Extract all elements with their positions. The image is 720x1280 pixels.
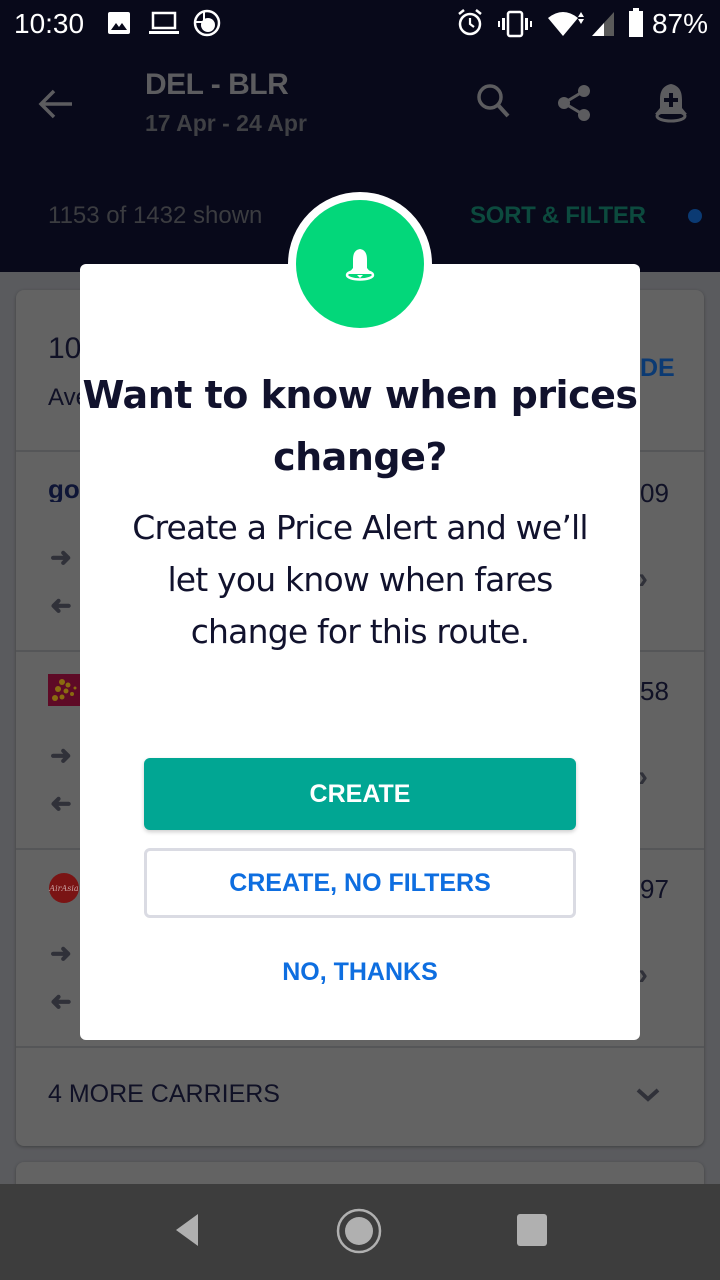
flight-price: 58	[640, 676, 669, 706]
flight-price: 09	[640, 478, 669, 508]
add-price-alert-icon[interactable]	[652, 82, 690, 124]
outbound-arrow-icon: ➜	[50, 542, 72, 572]
home-icon[interactable]	[334, 1206, 384, 1256]
battery-icon	[629, 8, 643, 37]
outbound-arrow-icon: ➜	[50, 740, 72, 770]
return-arrow-icon: ➜	[50, 788, 72, 818]
search-icon[interactable]	[474, 82, 514, 122]
flight-price: 97	[640, 874, 669, 904]
return-arrow-icon: ➜	[50, 590, 72, 620]
return-arrow-icon: ➜	[50, 986, 72, 1016]
trip-dates: 17 Apr - 24 Apr	[145, 110, 307, 136]
chevron-down-icon	[636, 1088, 660, 1102]
no-thanks-button[interactable]: NO, THANKS	[144, 944, 576, 1000]
back-arrow-icon[interactable]	[36, 86, 76, 122]
system-nav-bar	[0, 1184, 720, 1280]
battery-percent: 87%	[651, 8, 708, 39]
wifi-icon	[548, 12, 584, 36]
back-icon[interactable]	[170, 1210, 204, 1250]
alarm-icon	[458, 9, 482, 36]
create-no-filters-button[interactable]: CREATE, NO FILTERS	[144, 848, 576, 918]
create-alert-button[interactable]: CREATE	[144, 758, 576, 830]
recents-icon[interactable]	[516, 1210, 548, 1250]
alert-badge	[296, 200, 424, 328]
hide-button[interactable]: DE	[640, 354, 675, 383]
status-time: 10:30	[14, 8, 85, 39]
dialog-body: Create a Price Alert and we’ll let you k…	[132, 508, 588, 651]
price-alert-dialog: Want to know when prices change? Create …	[80, 264, 640, 1040]
share-icon[interactable]	[554, 82, 596, 124]
results-count: 1153 of 1432 shown	[48, 202, 263, 229]
summary-title: 10	[48, 332, 82, 365]
laptop-icon	[149, 11, 179, 34]
goair-logo: go	[48, 476, 80, 502]
filter-active-dot	[688, 209, 702, 223]
more-carriers-label: 4 MORE CARRIERS	[48, 1080, 280, 1108]
outbound-arrow-icon: ➜	[50, 938, 72, 968]
divider	[16, 1046, 704, 1048]
sort-filter-button[interactable]: SORT & FILTER	[470, 202, 646, 230]
svg-text:go: go	[48, 476, 80, 502]
vibrate-icon	[498, 10, 532, 38]
spicejet-logo	[48, 674, 80, 706]
dialog-title: Want to know when prices change?	[82, 373, 638, 479]
route-title: DEL - BLR	[145, 68, 289, 101]
svg-text:AirAsia: AirAsia	[48, 884, 79, 893]
bell-icon	[345, 249, 375, 281]
image-icon	[108, 12, 130, 34]
airasia-logo: AirAsia	[48, 873, 79, 903]
status-bar: 10:30 87%	[0, 0, 720, 48]
cell-signal-icon	[592, 12, 614, 36]
screen-record-icon	[193, 9, 221, 37]
